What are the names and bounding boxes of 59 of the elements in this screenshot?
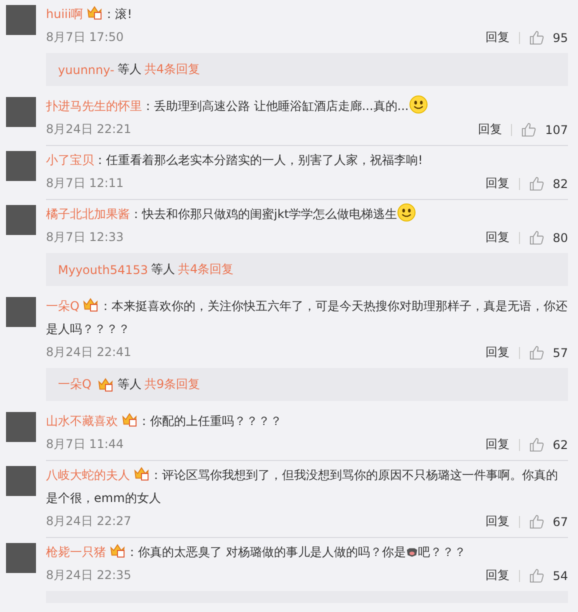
comment-date: 8月7日 17:50 <box>46 29 124 46</box>
comment-text: 扑进马先生的怀里：丢助理到高速公路 让他睡浴缸酒店走廊...真的... <box>46 95 568 118</box>
reply-link[interactable]: 回复 <box>486 436 510 453</box>
username-link[interactable]: 山水不藏喜欢 <box>46 414 118 428</box>
comment-text: 小了宝贝：任重看着那么老实本分踏实的一人，别害了人家，祝福李响! <box>46 152 424 169</box>
thumbs-up-icon[interactable] <box>528 437 544 452</box>
comment-date: 8月24日 22:27 <box>46 513 132 530</box>
reply-link[interactable]: 回复 <box>486 344 510 361</box>
like-count: 54 <box>552 568 568 582</box>
reply-count-link[interactable]: 共9条回复 <box>144 376 200 393</box>
thumbs-up-icon[interactable] <box>528 230 544 245</box>
reply-link[interactable]: 回复 <box>486 567 510 584</box>
like-count: 80 <box>552 230 568 244</box>
reply-link[interactable]: 回复 <box>486 29 510 46</box>
reply-username-link[interactable]: 一朵Q <box>58 376 92 393</box>
comment-text: 八岐大蛇的夫人 ：评论区骂你我想到了，但我没想到骂你的原因不只杨璐这一件事啊。你真的是个很，emm的女人 <box>46 465 559 507</box>
thumbs-up-icon[interactable] <box>528 345 544 360</box>
thumbs-up-icon[interactable] <box>521 122 536 137</box>
username-link[interactable]: huiii啊 <box>46 7 84 21</box>
reply-username-link[interactable]: Myyouth54153 <box>58 262 148 276</box>
like-count: 95 <box>552 30 568 44</box>
reply-count-link[interactable]: 共4条回复 <box>144 61 200 78</box>
comment-date: 8月7日 11:44 <box>46 436 124 453</box>
like-count: 57 <box>552 346 568 360</box>
others-label: 等人 <box>117 376 142 393</box>
reply-count-link[interactable]: 共4条回复 <box>178 261 234 278</box>
like-count: 62 <box>552 438 568 452</box>
username-link[interactable]: 橘子北北加果酱 <box>46 207 130 221</box>
reply-username-link[interactable]: yuunnny- <box>58 62 114 76</box>
comment-date: 8月7日 12:11 <box>46 175 124 192</box>
comment-text: 山水不藏喜欢 ：你配的上任重吗？？？？ <box>46 411 283 430</box>
comment-date: 8月7日 12:33 <box>46 229 124 246</box>
username-link[interactable]: 扑进马先生的怀里 <box>46 99 142 113</box>
reply-link[interactable]: 回复 <box>486 513 510 530</box>
username-link[interactable]: 八岐大蛇的夫人 <box>46 468 130 482</box>
reply-link[interactable]: 回复 <box>486 229 510 246</box>
thumbs-up-icon[interactable] <box>528 514 544 529</box>
like-count: 107 <box>545 122 568 136</box>
comment-text: huiii啊 ：滚! <box>46 4 134 23</box>
like-count: 67 <box>552 514 568 528</box>
username-link[interactable]: 小了宝贝 <box>46 153 94 167</box>
smiley-emoji-icon <box>397 203 416 222</box>
comment-date: 8月24日 22:21 <box>46 121 132 138</box>
comment-text: 枪毙一只猪 ：你真的太恶臭了 对杨璐做的事儿是人做的吗？你是 吧？？？ <box>46 542 467 561</box>
like-count: 82 <box>552 176 568 190</box>
others-label: 等人 <box>117 61 142 78</box>
username-link[interactable]: 一朵Q <box>46 299 80 313</box>
comment-text: 橘子北北加果酱：快去和你那只做鸡的闺蜜jkt学学怎么做电梯逃生 <box>46 203 568 226</box>
thumbs-up-icon[interactable] <box>528 30 544 45</box>
username-link[interactable]: 枪毙一只猪 <box>46 545 106 559</box>
reply-link[interactable]: 回复 <box>486 175 510 192</box>
others-label: 等人 <box>151 261 175 278</box>
comment-date: 8月24日 22:35 <box>46 567 132 584</box>
reply-link[interactable]: 回复 <box>478 121 502 138</box>
comment-text: 一朵Q ：本来挺喜欢你的，关注你快五六年了，可是今天热搜你对助理那样子，真是无语，你还是人吗？？？？ <box>46 296 568 338</box>
smiley-emoji-icon <box>408 95 428 114</box>
thumbs-up-icon[interactable] <box>528 176 544 191</box>
comment-date: 8月24日 22:41 <box>46 344 132 361</box>
thumbs-up-icon[interactable] <box>528 568 544 583</box>
